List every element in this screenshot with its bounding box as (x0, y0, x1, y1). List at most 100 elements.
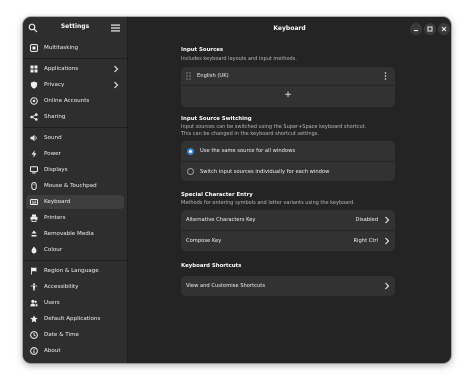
compose-key-label: Compose Key (186, 238, 222, 244)
settings-window: Settings Multitasking Applications Priva… (23, 17, 451, 363)
users-icon (30, 299, 38, 307)
sidebar-item-removable-media[interactable]: Removable Media (26, 227, 124, 241)
sidebar-item-region-language[interactable]: Region & Language (26, 264, 124, 278)
switching-title: Input Source Switching (181, 116, 252, 122)
sidebar-item-label: Displays (44, 166, 68, 173)
sidebar-item-label: Colour (44, 246, 63, 253)
switching-card: Use the same source for all windows Swit… (181, 141, 395, 181)
input-sources-desc: Includes keyboard layouts and input meth… (181, 56, 297, 62)
date-time-icon (30, 331, 38, 339)
view-shortcuts-label: View and Customise Shortcuts (186, 283, 266, 289)
keyboard-icon (30, 199, 38, 205)
sidebar-item-label: Power (44, 150, 61, 157)
radio-same-source[interactable] (187, 147, 194, 155)
displays-icon (30, 166, 38, 174)
sidebar-item-applications[interactable]: Applications (26, 62, 124, 76)
input-source-label: English (UK) (197, 73, 229, 79)
page-title: Keyboard (273, 25, 306, 32)
minimize-icon (414, 30, 418, 32)
alt-characters-row[interactable]: Alternative Characters Key Disabled (181, 210, 395, 230)
chevron-right-icon (385, 237, 390, 245)
sidebar-item-mouse-touchpad[interactable]: Mouse & Touchpad (26, 179, 124, 193)
input-sources-card: English (UK) + (181, 67, 395, 107)
add-input-source-button[interactable]: + (181, 86, 395, 107)
add-icon: + (284, 90, 292, 100)
sidebar-item-about[interactable]: About (26, 344, 124, 358)
sidebar-item-keyboard[interactable]: Keyboard (26, 195, 124, 209)
sidebar: Settings Multitasking Applications Priva… (23, 17, 128, 363)
more-options-icon[interactable] (384, 72, 387, 80)
switching-desc-line2: This can be changed in the keyboard shor… (181, 131, 319, 137)
sidebar-item-displays[interactable]: Displays (26, 163, 124, 177)
radio-individual[interactable] (187, 168, 194, 175)
sharing-icon (30, 113, 38, 121)
special-desc: Methods for entering symbols and letter … (181, 200, 355, 206)
chevron-right-icon (385, 216, 390, 224)
sidebar-item-label: Users (44, 299, 60, 306)
region-icon (31, 267, 37, 275)
maximize-button[interactable] (424, 23, 436, 35)
alt-characters-value: Disabled (355, 217, 378, 223)
close-icon (441, 26, 447, 32)
input-source-row[interactable]: English (UK) (181, 67, 395, 85)
minimize-button[interactable] (410, 23, 422, 35)
shortcuts-title: Keyboard Shortcuts (181, 263, 242, 269)
printers-icon (30, 214, 38, 222)
alt-characters-label: Alternative Characters Key (186, 217, 256, 223)
sidebar-item-label: About (44, 347, 61, 354)
sound-icon (30, 134, 37, 142)
special-card: Alternative Characters Key Disabled Comp… (181, 210, 395, 251)
default-apps-icon (30, 315, 38, 323)
sidebar-item-sound[interactable]: Sound (26, 131, 124, 145)
chevron-right-icon (385, 282, 390, 290)
option-individual-label: Switch input sources individually for ea… (200, 168, 330, 175)
removable-media-icon (31, 230, 37, 237)
sidebar-divider (23, 127, 127, 128)
sidebar-item-privacy[interactable]: Privacy (26, 78, 124, 92)
sidebar-item-printers[interactable]: Printers (26, 211, 124, 225)
sidebar-item-label: Multitasking (44, 44, 79, 51)
mouse-icon (31, 182, 37, 190)
sidebar-item-sharing[interactable]: Sharing (26, 110, 124, 124)
compose-key-row[interactable]: Compose Key Right Ctrl (181, 231, 395, 251)
about-icon (30, 347, 38, 355)
chevron-right-icon (114, 81, 119, 89)
input-sources-title: Input Sources (181, 47, 224, 53)
switching-desc-line1: Input sources can be switched using the … (181, 124, 367, 130)
power-icon (31, 150, 37, 158)
colour-icon (31, 246, 37, 254)
sidebar-item-label: Keyboard (44, 198, 71, 205)
sidebar-header: Settings (23, 17, 127, 41)
sidebar-item-power[interactable]: Power (26, 147, 124, 161)
sidebar-item-date-time[interactable]: Date & Time (26, 328, 124, 342)
main-pane: Keyboard Input Sources Includes keyboard… (128, 17, 451, 363)
view-shortcuts-row[interactable]: View and Customise Shortcuts (181, 276, 395, 296)
drag-handle-icon[interactable] (186, 72, 191, 80)
option-individual-row[interactable]: Switch input sources individually for ea… (181, 162, 395, 181)
sidebar-item-accessibility[interactable]: Accessibility (26, 280, 124, 294)
sidebar-item-default-applications[interactable]: Default Applications (26, 312, 124, 326)
chevron-right-icon (114, 65, 119, 73)
multitasking-icon (30, 44, 38, 52)
online-accounts-icon (30, 97, 38, 105)
hamburger-menu-icon[interactable] (111, 24, 120, 32)
accessibility-icon (30, 283, 38, 291)
sidebar-item-multitasking[interactable]: Multitasking (26, 41, 124, 55)
sidebar-item-colour[interactable]: Colour (26, 243, 124, 257)
sidebar-item-label: Accessibility (44, 283, 79, 290)
sidebar-item-label: Online Accounts (44, 97, 90, 104)
sidebar-item-label: Sound (44, 134, 62, 141)
compose-key-value: Right Ctrl (353, 238, 378, 244)
maximize-icon (427, 26, 433, 32)
close-button[interactable] (438, 23, 450, 35)
sidebar-item-label: Applications (44, 65, 79, 72)
sidebar-divider (23, 260, 127, 261)
sidebar-item-label: Sharing (44, 113, 66, 120)
sidebar-divider (23, 58, 127, 59)
option-same-source-row[interactable]: Use the same source for all windows (181, 141, 395, 161)
privacy-icon (30, 81, 38, 89)
sidebar-item-label: Printers (44, 214, 66, 221)
sidebar-item-users[interactable]: Users (26, 296, 124, 310)
shortcuts-card: View and Customise Shortcuts (181, 276, 395, 296)
sidebar-item-online-accounts[interactable]: Online Accounts (26, 94, 124, 108)
